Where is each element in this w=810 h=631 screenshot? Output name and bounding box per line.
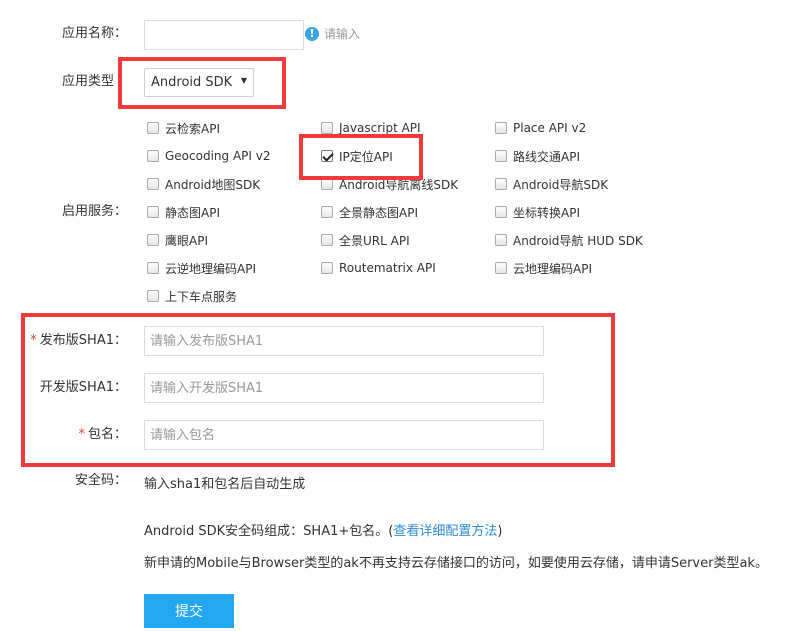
submit-button[interactable]: 提交: [144, 594, 234, 628]
notice-text: 新申请的Mobile与Browser类型的ak不再支持云存储接口的访问，如要使用…: [144, 556, 768, 571]
checkbox-icon[interactable]: [321, 122, 333, 134]
checkbox-icon[interactable]: [321, 178, 333, 190]
service-checkbox[interactable]: 云检索API: [147, 120, 220, 136]
service-checkbox[interactable]: Routematrix API: [321, 260, 436, 276]
checkbox-icon[interactable]: [147, 206, 159, 218]
checkbox-icon[interactable]: [321, 262, 333, 274]
checkbox-icon[interactable]: [495, 178, 507, 190]
service-label: 静态图API: [165, 205, 220, 220]
chevron-down-icon: ▼: [240, 76, 247, 85]
required-mark: *: [78, 427, 85, 442]
service-label: Android导航SDK: [513, 177, 609, 192]
service-checkbox[interactable]: 云逆地理编码API: [147, 260, 256, 276]
service-checkbox[interactable]: Android导航SDK: [495, 176, 608, 192]
service-checkbox[interactable]: Geocoding API v2: [147, 148, 271, 164]
service-label: 鹰眼API: [165, 233, 208, 248]
info-icon: !: [305, 26, 319, 41]
service-checkbox[interactable]: Place API v2: [495, 120, 586, 136]
service-label: Android导航 HUD SDK: [513, 233, 643, 248]
checkbox-icon[interactable]: [495, 122, 507, 134]
service-checkbox[interactable]: Android地图SDK: [147, 176, 260, 192]
service-label: 路线交通API: [513, 149, 580, 164]
app-type-label: 应用类型: [61, 74, 114, 89]
service-checkbox[interactable]: Javascript API: [321, 120, 421, 136]
service-checkbox-ip-location[interactable]: IP定位API: [321, 148, 393, 164]
app-name-input[interactable]: [144, 20, 304, 50]
service-checkbox[interactable]: Android导航 HUD SDK: [495, 232, 643, 248]
checkbox-icon[interactable]: [495, 206, 507, 218]
release-sha1-label: * 发布版SHA1：: [30, 333, 127, 348]
dev-sha1-label: 开发版SHA1：: [39, 380, 127, 395]
service-label: 云检索API: [165, 121, 220, 136]
service-checkbox[interactable]: 静态图API: [147, 204, 220, 220]
service-label: Android地图SDK: [165, 177, 261, 192]
checkbox-icon[interactable]: [321, 206, 333, 218]
app-name-label: 应用名称：: [61, 26, 127, 41]
service-label: 坐标转换API: [513, 205, 580, 220]
app-name-hint: ! 请输入: [305, 25, 360, 42]
service-checkbox[interactable]: 云地理编码API: [495, 260, 592, 276]
service-checkbox[interactable]: 坐标转换API: [495, 204, 580, 220]
service-checkbox[interactable]: 上下车点服务: [147, 288, 237, 304]
dev-sha1-input[interactable]: [144, 373, 544, 403]
service-label: Routematrix API: [339, 261, 436, 275]
required-mark: *: [30, 333, 37, 348]
checkbox-icon[interactable]: [147, 150, 159, 162]
package-label: * 包名：: [78, 427, 127, 442]
checkbox-icon[interactable]: [495, 234, 507, 246]
release-sha1-input[interactable]: [144, 326, 544, 356]
service-checkbox[interactable]: 全景静态图API: [321, 204, 418, 220]
checkbox-icon[interactable]: [147, 178, 159, 190]
service-label: Android导航离线SDK: [339, 177, 459, 192]
checkbox-icon[interactable]: [147, 234, 159, 246]
security-code-label: 安全码：: [74, 473, 127, 488]
service-label: Place API v2: [513, 121, 587, 135]
service-label: 全景静态图API: [339, 205, 418, 220]
checkbox-icon[interactable]: [321, 150, 333, 162]
package-name-input[interactable]: [144, 420, 544, 450]
sdk-info: Android SDK安全码组成：SHA1+包名。(查看详细配置方法): [144, 524, 503, 539]
checkbox-icon[interactable]: [147, 262, 159, 274]
checkbox-icon[interactable]: [321, 234, 333, 246]
app-type-value: Android SDK: [151, 75, 233, 90]
checkbox-icon[interactable]: [147, 290, 159, 302]
service-label: 全景URL API: [339, 233, 410, 248]
service-checkbox[interactable]: 全景URL API: [321, 232, 410, 248]
service-label: 云逆地理编码API: [165, 261, 256, 276]
checkbox-icon[interactable]: [147, 122, 159, 134]
service-checkbox[interactable]: 路线交通API: [495, 148, 580, 164]
security-code-text: 输入sha1和包名后自动生成: [144, 477, 306, 492]
checkbox-icon[interactable]: [495, 150, 507, 162]
service-label: 云地理编码API: [513, 261, 592, 276]
service-checkbox[interactable]: 鹰眼API: [147, 232, 208, 248]
service-label: Geocoding API v2: [165, 149, 271, 163]
service-label: 上下车点服务: [165, 289, 238, 304]
checkbox-icon[interactable]: [495, 262, 507, 274]
service-label: Javascript API: [339, 121, 421, 135]
service-label: IP定位API: [339, 149, 393, 164]
service-checkbox[interactable]: Android导航离线SDK: [321, 176, 458, 192]
config-guide-link[interactable]: 查看详细配置方法: [393, 524, 497, 539]
app-name-hint-text: 请输入: [324, 27, 361, 41]
services-label: 启用服务：: [61, 204, 127, 219]
app-type-select[interactable]: Android SDK ▼: [144, 68, 254, 97]
